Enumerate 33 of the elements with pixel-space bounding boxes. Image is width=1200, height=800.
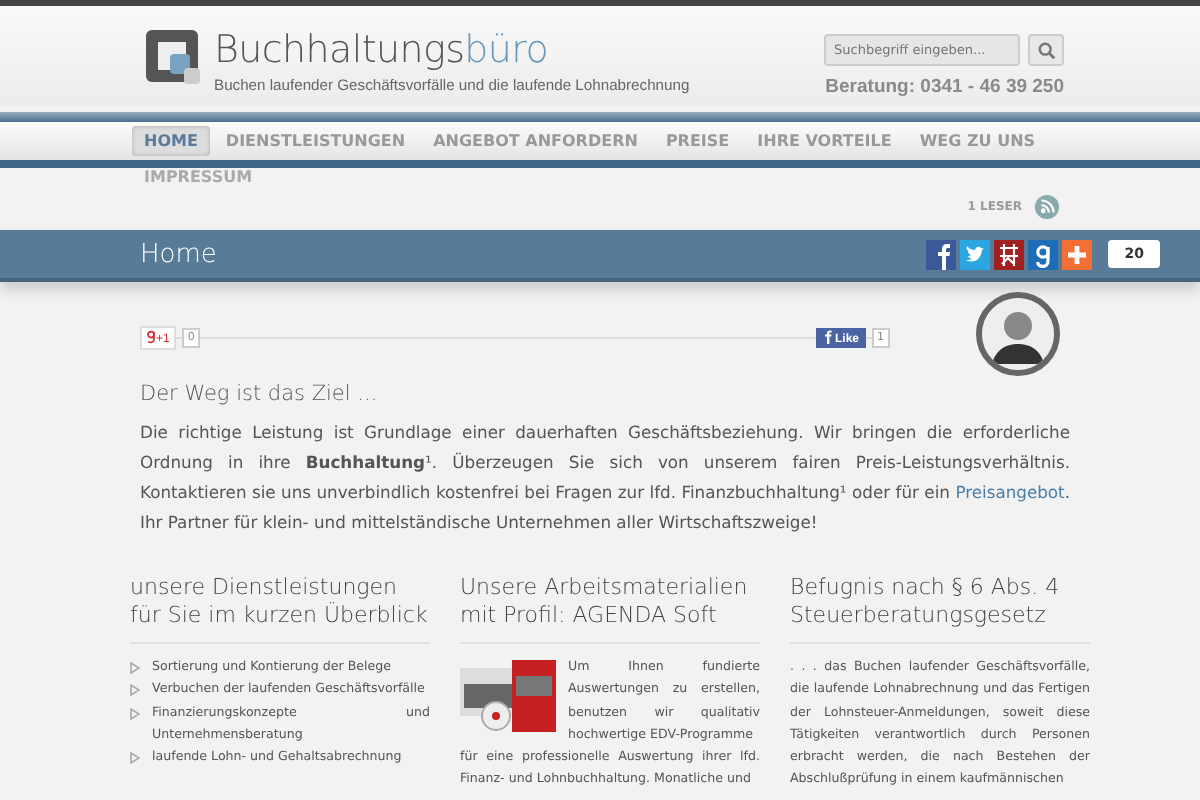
twitter-icon[interactable] bbox=[960, 239, 991, 269]
software-box-drawing bbox=[460, 660, 560, 736]
nav-item[interactable]: PREISE bbox=[653, 126, 742, 156]
nav-item[interactable]: IMPRESSUM bbox=[144, 168, 253, 186]
facebook-icon[interactable] bbox=[926, 239, 957, 269]
intro-heading: Der Weg ist das Ziel ... bbox=[140, 382, 380, 406]
search-button[interactable] bbox=[1028, 34, 1064, 66]
nav-item[interactable]: DIENSTLEISTUNGEN bbox=[213, 126, 418, 156]
plus-icon[interactable] bbox=[1062, 239, 1093, 269]
google-icon bbox=[146, 330, 156, 344]
logo-icon bbox=[146, 30, 202, 86]
triangle-bullet-icon bbox=[130, 707, 140, 720]
google-icon[interactable] bbox=[1028, 239, 1059, 269]
triangle-bullet-icon bbox=[130, 662, 140, 674]
column-heading: unsere Dienstleistungen für Sie im kurzen Überblick bbox=[130, 574, 430, 644]
avatar-silhouette bbox=[976, 292, 1060, 376]
page-title: Home bbox=[140, 239, 217, 269]
quote-link[interactable]: Preisangebot bbox=[955, 482, 1065, 502]
intro-paragraph: Die richtige Leistung ist Grundlage einer dauerhaften Geschäftsbeziehung. Wir bringen die erforderliche Ordnung in ihre Buchhaltung¹. Überzeugen Sie sich von unserem fairen Preis-Leistungsverhältnis. Kontaktieren sie uns unverbindlich kostenfrei bei Fragen zur lfd. Finanzbuchhaltung¹ oder für ein Preisangebot. Ihr Partner für klein- und mittelständische Unternehmen aller Wirtschaftszweige! bbox=[140, 420, 1070, 536]
search-icon bbox=[1037, 41, 1055, 59]
column-heading: Unsere Arbeitsmaterialien mit Profil: AGENDA Soft bbox=[460, 574, 760, 644]
site-logo-text: Buchhaltungsbüro bbox=[214, 26, 551, 74]
column-heading: Befugnis nach § 6 Abs. 4 Steuerberatungsgesetz bbox=[790, 574, 1090, 644]
phone-number: Beratung: 0341 - 46 39 250 bbox=[825, 76, 1064, 98]
triangle-bullet-icon bbox=[130, 752, 140, 765]
nav-item[interactable]: ANGEBOT ANFORDERN bbox=[421, 126, 650, 156]
triangle-bullet-icon bbox=[130, 684, 140, 697]
network-icon[interactable] bbox=[994, 239, 1025, 269]
nav-item[interactable]: IHRE VORTEILE bbox=[745, 126, 904, 156]
rss-icon[interactable] bbox=[1034, 193, 1060, 219]
facebook-icon bbox=[821, 330, 832, 344]
nav-item[interactable]: HOME bbox=[132, 126, 210, 156]
nav-item[interactable]: WEG ZU UNS bbox=[907, 126, 1048, 156]
